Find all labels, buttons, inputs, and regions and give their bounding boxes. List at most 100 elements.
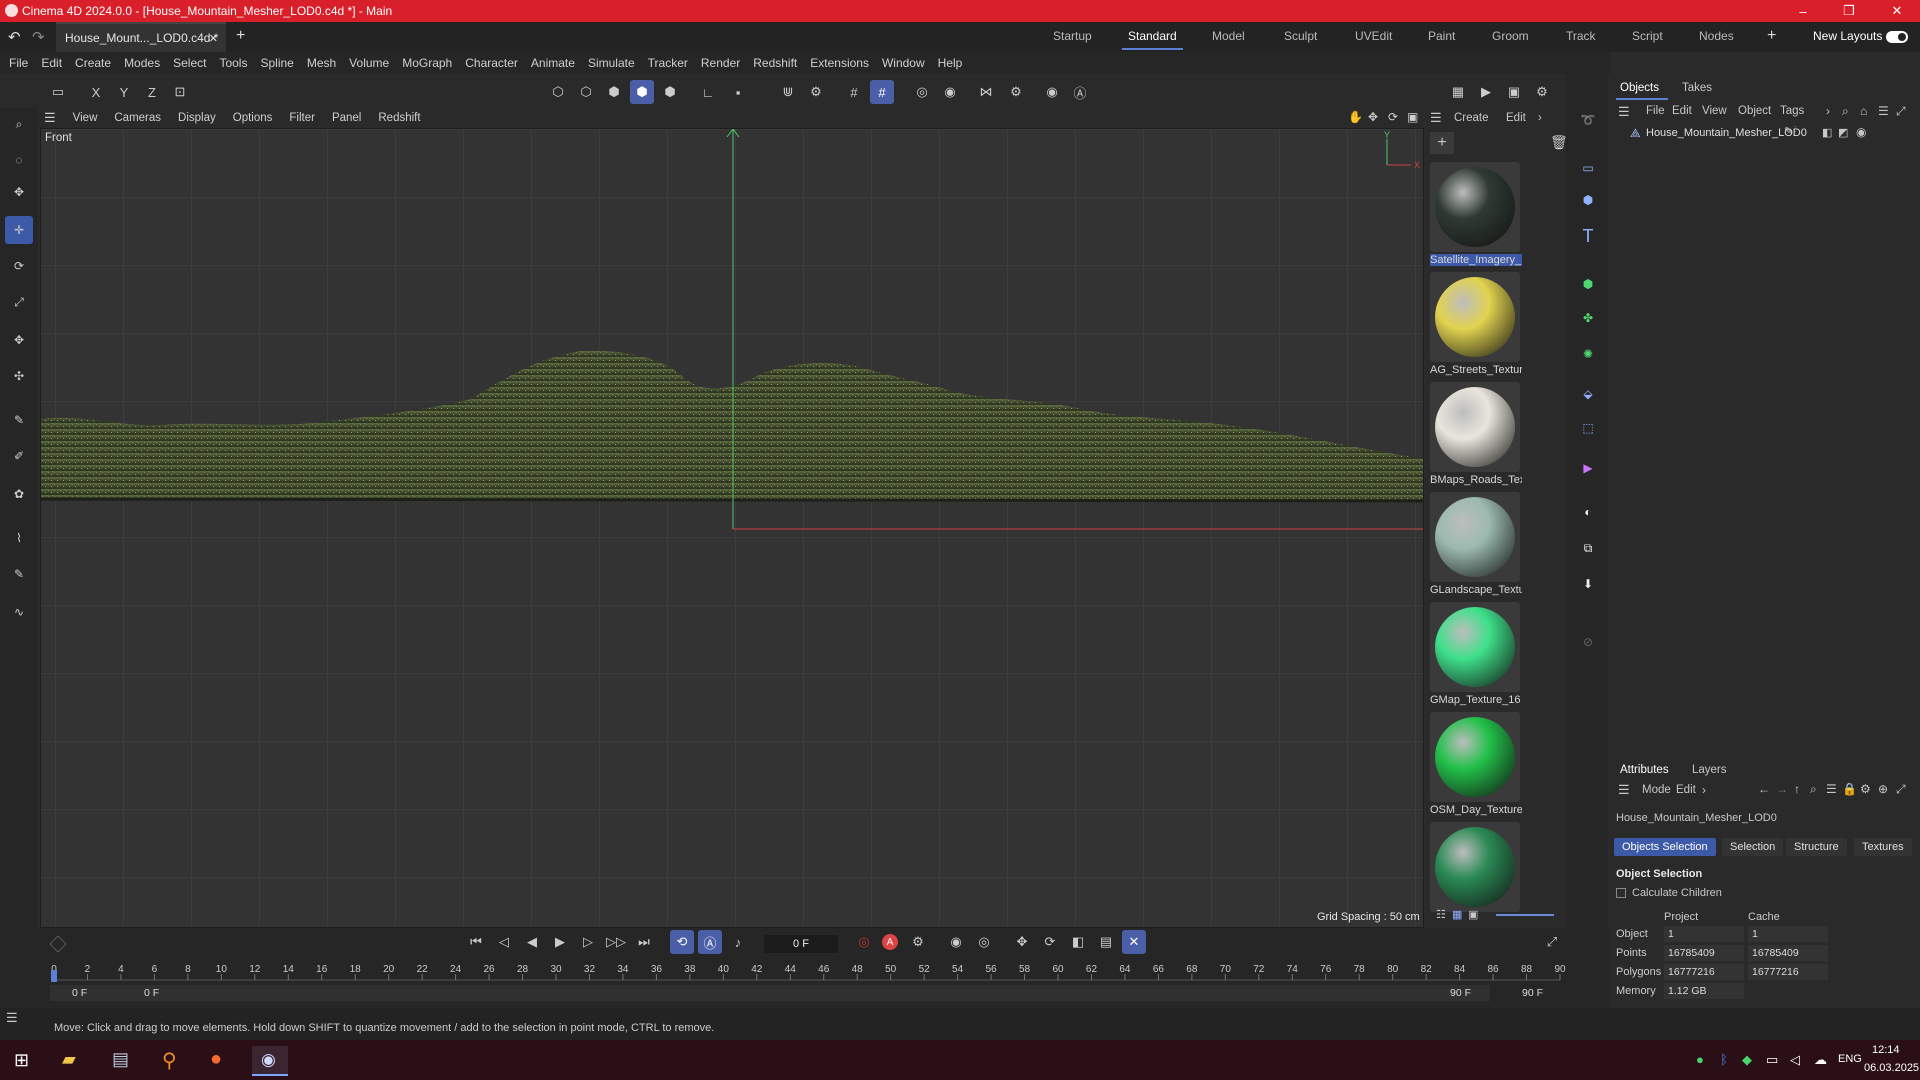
search-app-icon[interactable]: ⚲ (162, 1048, 177, 1073)
preview-start[interactable]: 0 F (72, 987, 87, 999)
snap-tool-icon[interactable]: ✣ (5, 362, 33, 390)
menu-window[interactable]: Window (882, 56, 925, 70)
new-document-button[interactable]: + (236, 27, 245, 45)
material-menu-create[interactable]: Create (1454, 112, 1489, 124)
network-icon[interactable]: ▭ (1766, 1052, 1778, 1068)
menu-volume[interactable]: Volume (349, 56, 389, 70)
viewport-menu-redshift[interactable]: Redshift (378, 112, 420, 124)
status-hamburger-icon[interactable]: ☰ (6, 1010, 18, 1026)
layout-tab-groom[interactable]: Groom (1492, 29, 1529, 43)
workplane-icon[interactable]: ◉ (938, 80, 962, 104)
attributes-menu-edit[interactable]: Edit (1676, 784, 1696, 796)
keyframe-settings-icon[interactable]: ⚙ (906, 930, 930, 954)
object-visibility-icon[interactable]: ⁚ (1794, 125, 1797, 134)
object-name[interactable]: House_Mountain_Mesher_LOD0 (1646, 127, 1807, 139)
cloner-icon[interactable]: ✤ (1574, 304, 1602, 332)
menu-mograph[interactable]: MoGraph (402, 56, 452, 70)
go-to-end-icon[interactable]: ⏭ (632, 930, 656, 954)
material-swatch[interactable]: AG_Streets_Textur (1430, 272, 1522, 382)
playhead[interactable] (51, 970, 57, 982)
maximize-view-icon[interactable]: ▣ (1407, 110, 1418, 124)
add-layout-icon[interactable]: + (1767, 27, 1776, 45)
previous-key-icon[interactable]: ◁ (492, 930, 516, 954)
viewport-menu-cameras[interactable]: Cameras (114, 112, 161, 124)
onedrive-icon[interactable]: ☁ (1814, 1052, 1827, 1068)
undo-icon[interactable]: ↶ (8, 28, 21, 46)
material-label[interactable]: GMap_Texture_16 (1430, 694, 1522, 706)
menu-animate[interactable]: Animate (531, 56, 575, 70)
tab-attributes[interactable]: Attributes (1620, 764, 1669, 776)
coordinate-system-icon[interactable]: ⊡ (168, 80, 192, 104)
loop-icon[interactable]: ⟲ (670, 930, 694, 954)
key-scale-icon[interactable]: ✥ (1010, 930, 1034, 954)
material-swatch[interactable]: BMaps_Roads_Tex (1430, 382, 1522, 492)
timeline-ruler[interactable]: 0 2 4 6 8 10 12 14 16 18 20 22 24 26 28 30 32 34 36 38 40 42 4… (0, 960, 1610, 984)
symmetry-icon[interactable]: ⋈ (974, 80, 998, 104)
objects-search-icon[interactable]: ⌕ (1842, 104, 1849, 119)
clock-date[interactable]: 06.03.2025 (1864, 1062, 1919, 1074)
tweak-icon[interactable]: ⚙ (804, 80, 828, 104)
viewport-menu-view[interactable]: View (73, 112, 98, 124)
search-icon[interactable]: ⌕ (5, 110, 33, 138)
play-icon[interactable]: ▶ (548, 930, 572, 954)
key-pla-icon[interactable]: ◧ (1066, 930, 1090, 954)
knife-tool-icon[interactable]: ∿ (5, 598, 33, 626)
list-view-icon[interactable]: ☷ (1436, 908, 1446, 921)
material-tag-icon[interactable]: ◉ (1856, 125, 1866, 139)
effector-icon[interactable]: ✺ (1574, 340, 1602, 368)
chevron-right-icon[interactable]: › (1538, 112, 1542, 124)
menu-extensions[interactable]: Extensions (810, 56, 869, 70)
polygons-mode-icon[interactable]: ⬢ (602, 80, 626, 104)
layout-tab-uvedit[interactable]: UVEdit (1355, 29, 1392, 43)
volume-icon[interactable]: ◁ (1790, 1052, 1800, 1068)
windows-start-icon[interactable]: ⊞ (14, 1050, 29, 1071)
key-position-icon[interactable]: ◉ (944, 930, 968, 954)
timeline-tool-icon[interactable]: ✕ (1122, 930, 1146, 954)
material-swatch[interactable]: GMap_Texture_16 (1430, 602, 1522, 712)
preview-range-bar[interactable] (50, 985, 1490, 1001)
model-mode-icon[interactable]: ⬢ (630, 80, 654, 104)
move-view-icon[interactable]: ✥ (1368, 110, 1378, 124)
autokey-icon[interactable]: A (878, 930, 902, 954)
light-icon[interactable]: ◐ (1574, 498, 1602, 526)
attributes-chevron-icon[interactable]: › (1702, 783, 1706, 797)
new-layouts-label[interactable]: New Layouts (1813, 29, 1882, 43)
material-label[interactable]: OSM_Day_Texture (1430, 804, 1522, 816)
layout-tab-script[interactable]: Script (1632, 29, 1663, 43)
layout-tab-standard[interactable]: Standard (1122, 29, 1183, 50)
calculate-children-checkbox[interactable] (1616, 888, 1626, 898)
camera-icon[interactable]: ⧉ (1574, 534, 1602, 562)
motion-clip-icon[interactable]: ▤ (1094, 930, 1118, 954)
objects-menu-object[interactable]: Object (1738, 105, 1771, 117)
firefox-icon[interactable]: ● (210, 1048, 222, 1071)
render-settings-icon[interactable]: ⚙ (1530, 80, 1554, 104)
menu-simulate[interactable]: Simulate (588, 56, 635, 70)
edges-mode-icon[interactable]: ⬡ (574, 80, 598, 104)
layout-tab-paint[interactable]: Paint (1428, 29, 1455, 43)
new-layouts-toggle[interactable] (1886, 31, 1908, 43)
attributes-search-icon[interactable]: ⌕ (1810, 782, 1817, 797)
next-key-icon[interactable]: ▷▷ (604, 930, 628, 954)
key-param-icon[interactable]: ⟳ (1038, 930, 1062, 954)
spline-rectangle-icon[interactable]: ▭ (1574, 154, 1602, 182)
attributes-menu-mode[interactable]: Mode (1642, 784, 1671, 796)
axis-y-button[interactable]: Y (112, 80, 136, 104)
objects-chevron-icon[interactable]: › (1826, 104, 1830, 118)
field-icon[interactable]: ⬚ (1574, 414, 1602, 442)
sculpt-icon[interactable]: ✎ (5, 560, 33, 588)
axis-mode-icon[interactable]: ∟ (696, 80, 720, 104)
material-label[interactable]: BMaps_Roads_Tex (1430, 474, 1522, 486)
attributes-filter-icon[interactable]: ☰ (1826, 782, 1837, 796)
spline-pen-icon[interactable]: ✎ (5, 406, 33, 434)
scale-tool-icon[interactable]: ⤢ (5, 288, 33, 316)
up-arrow-icon[interactable]: ↑ (1794, 782, 1800, 796)
key-rotation-icon[interactable]: ◎ (972, 930, 996, 954)
rotate-view-icon[interactable]: ⟳ (1388, 110, 1398, 124)
layout-tab-model[interactable]: Model (1212, 29, 1245, 43)
tab-structure[interactable]: Structure (1786, 838, 1847, 856)
material-swatch[interactable]: OSM_Day_Texture (1430, 712, 1522, 822)
pan-view-icon[interactable]: ✋ (1348, 110, 1363, 124)
document-tab[interactable]: House_Mount..._LOD0.c4d * ✕ (56, 22, 226, 52)
spline-tools-icon[interactable]: ✐ (5, 442, 33, 470)
layout-tab-sculpt[interactable]: Sculpt (1284, 29, 1317, 43)
